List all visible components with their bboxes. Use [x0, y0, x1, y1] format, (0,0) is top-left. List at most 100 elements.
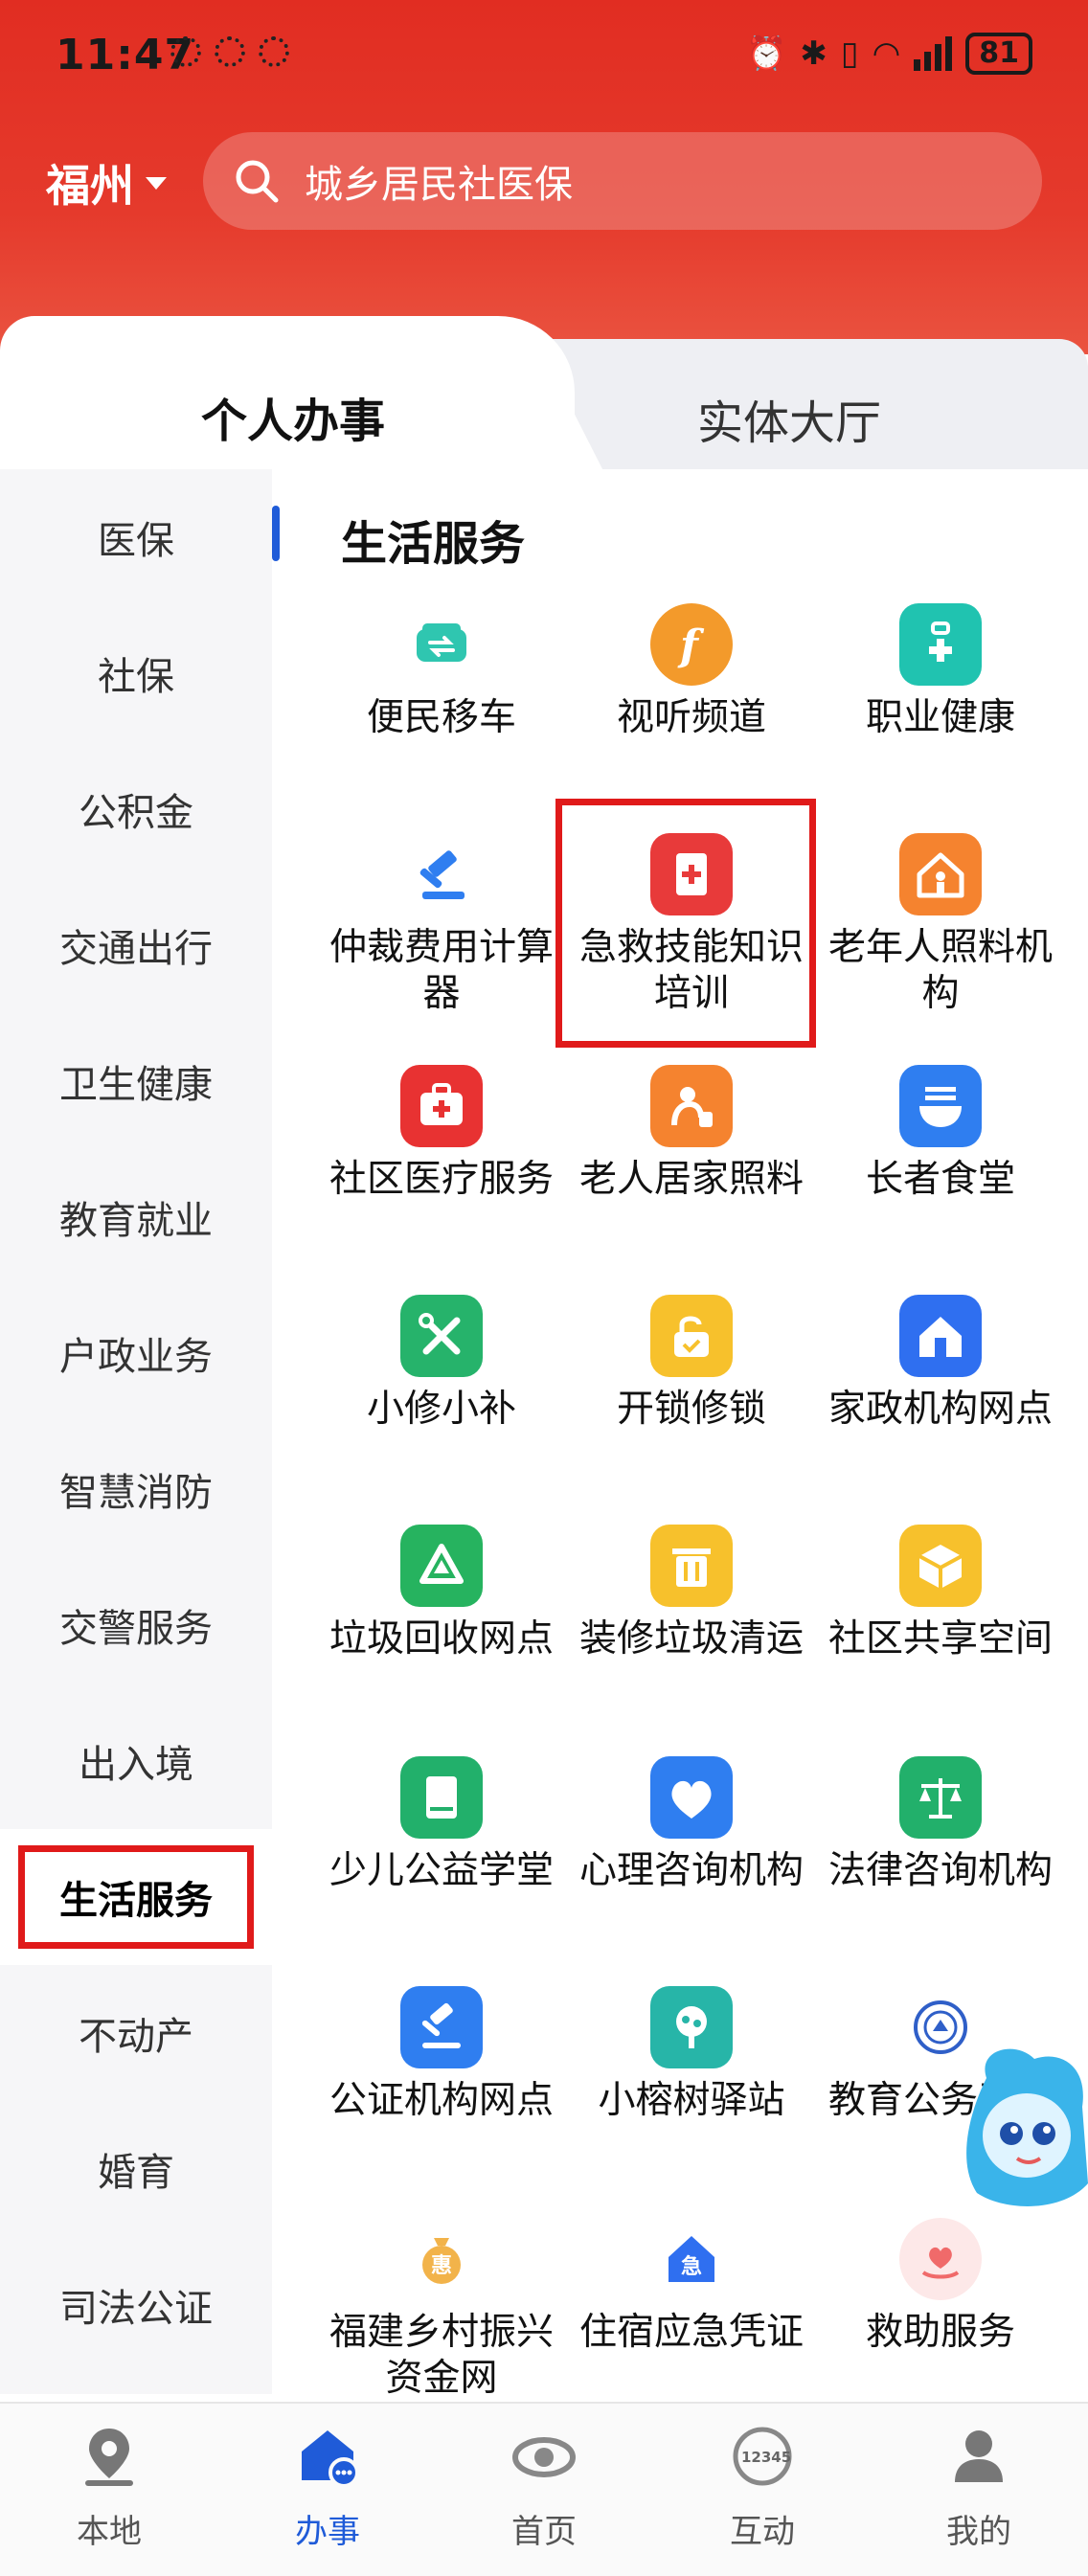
service-item[interactable]: 心理咨询机构	[577, 1756, 806, 1894]
notary-gavel-icon	[400, 1986, 483, 2068]
medical-box-icon	[400, 1065, 483, 1147]
section-title: 生活服务	[341, 517, 526, 571]
money-bag-icon: 惠	[400, 2218, 483, 2300]
header: 11:47 ⏰ ✱ ▯ ◠ 81 福州 城乡居民社医保	[0, 0, 1088, 354]
heart-phone-icon	[650, 1756, 733, 1839]
canteen-bowl-icon	[899, 1065, 982, 1147]
service-item[interactable]: 公证机构网点	[327, 1986, 556, 2124]
nav-local[interactable]: 本地	[33, 2423, 186, 2552]
medkit-icon	[899, 603, 982, 686]
sidebar-item[interactable]: 智慧消防	[0, 1421, 272, 1557]
sidebar-item[interactable]: 户政业务	[0, 1285, 272, 1421]
service-item[interactable]: 小修小补	[327, 1295, 556, 1433]
service-item[interactable]: 开锁修锁	[577, 1295, 806, 1433]
sidebar-item[interactable]: 医保	[0, 469, 272, 605]
caret-down-icon	[146, 176, 167, 190]
svg-text:惠: 惠	[431, 2254, 452, 2278]
service-item[interactable]: 装修垃圾清运	[577, 1525, 806, 1662]
wifi-icon: ◠	[872, 34, 901, 73]
trash-bin-icon	[650, 1525, 733, 1607]
helping-heart-icon	[899, 2218, 982, 2300]
service-hall-icon	[302, 2430, 359, 2488]
service-item[interactable]: 家政机构网点	[826, 1295, 1055, 1433]
status-bar: 11:47 ⏰ ✱ ▯ ◠ 81	[0, 0, 1088, 115]
user-icon	[955, 2430, 1003, 2482]
sidebar-item[interactable]: 社保	[0, 605, 272, 741]
svg-text:急: 急	[681, 2254, 702, 2279]
bluetooth-icon: ✱	[800, 34, 827, 73]
service-item[interactable]: 法律咨询机构	[826, 1756, 1055, 1894]
search-bar[interactable]: 城乡居民社医保	[203, 132, 1042, 230]
emergency-house-icon: 急	[650, 2218, 733, 2300]
svg-text:f: f	[677, 621, 705, 670]
mascot-icon[interactable]	[958, 2040, 1088, 2222]
alarm-icon: ⏰	[746, 34, 787, 73]
vibrate-icon: ▯	[840, 34, 859, 73]
house-clean-icon	[899, 1295, 982, 1377]
svg-text:12345: 12345	[741, 2449, 791, 2466]
sidebar-item[interactable]: 不动产	[0, 1965, 272, 2101]
app-notification-icon	[259, 36, 289, 67]
elderly-home-icon	[899, 833, 982, 915]
signal-icon	[914, 36, 953, 71]
city-selector[interactable]: 福州	[46, 151, 167, 215]
section-indicator	[272, 506, 280, 561]
book-icon	[400, 1756, 483, 1839]
sidebar-item[interactable]: 司法公证	[0, 2237, 272, 2373]
media-f-icon: f	[650, 603, 733, 686]
battery-icon: 81	[965, 33, 1032, 75]
car-swap-icon	[400, 603, 483, 686]
service-item[interactable]: 长者食堂	[826, 1065, 1055, 1203]
status-right: ⏰ ✱ ▯ ◠ 81	[746, 33, 1032, 75]
sidebar-item[interactable]: 交通出行	[0, 877, 272, 1013]
service-item[interactable]: 社区医疗服务	[327, 1065, 556, 1203]
nav-interact[interactable]: 12345 互动	[686, 2423, 839, 2552]
tab-hall-label: 实体大厅	[697, 396, 882, 450]
tab-bar: 个人办事 实体大厅	[0, 316, 1088, 469]
city-name: 福州	[46, 160, 134, 212]
service-item[interactable]: 便民移车	[327, 603, 556, 741]
notification-icons	[170, 36, 289, 67]
service-item[interactable]: 急 住宿应急凭证	[577, 2218, 806, 2356]
sidebar-item[interactable]: 交警服务	[0, 1557, 272, 1693]
search-icon	[236, 160, 279, 203]
service-item[interactable]: 惠 福建乡村振兴资金网	[327, 2218, 556, 2402]
gavel-icon	[400, 833, 483, 915]
nav-mine[interactable]: 我的	[902, 2423, 1055, 2552]
share-box-icon	[899, 1525, 982, 1607]
service-item[interactable]: 职业健康	[826, 603, 1055, 741]
highlight-box	[555, 799, 816, 1048]
tools-icon	[400, 1295, 483, 1377]
tab-personal-label: 个人办事	[201, 395, 386, 448]
app-notification-icon	[170, 36, 201, 67]
hotline-12345-icon: 12345	[733, 2427, 792, 2486]
sidebar-item[interactable]: 出入境	[0, 1693, 272, 1829]
service-item[interactable]: f 视听频道	[577, 603, 806, 741]
service-item[interactable]: 垃圾回收网点	[327, 1525, 556, 1662]
elderly-care-icon	[650, 1065, 733, 1147]
sidebar-item-active[interactable]: 生活服务	[0, 1829, 272, 1965]
banyan-tree-icon	[650, 1986, 733, 2068]
category-sidebar: 医保 社保 公积金 交通出行 卫生健康 教育就业 户政业务 智慧消防 交警服务 …	[0, 469, 272, 2394]
service-item[interactable]: 老年人照料机构	[826, 833, 1055, 1017]
search-placeholder: 城乡居民社医保	[305, 163, 573, 207]
logo-eye-icon	[512, 2437, 576, 2477]
app-notification-icon	[215, 36, 245, 67]
location-pin-icon	[85, 2429, 133, 2486]
service-item[interactable]: 救助服务	[826, 2218, 1055, 2356]
service-item[interactable]: 仲裁费用计算器	[327, 833, 556, 1017]
sidebar-item[interactable]: 公积金	[0, 741, 272, 877]
sidebar-item[interactable]: 卫生健康	[0, 1013, 272, 1149]
service-item[interactable]: 社区共享空间	[826, 1525, 1055, 1662]
unlock-icon	[650, 1295, 733, 1377]
service-item[interactable]: 小榕树驿站	[577, 1986, 806, 2124]
scales-icon	[899, 1756, 982, 1839]
service-item[interactable]: 老人居家照料	[577, 1065, 806, 1203]
sidebar-item[interactable]: 教育就业	[0, 1149, 272, 1285]
nav-home[interactable]: 首页	[467, 2423, 621, 2552]
bottom-navigation: 本地 办事 首页 12345 互动 我的	[0, 2402, 1088, 2576]
recycle-icon	[400, 1525, 483, 1607]
sidebar-item[interactable]: 婚育	[0, 2101, 272, 2237]
service-item[interactable]: 少儿公益学堂	[327, 1756, 556, 1894]
nav-services[interactable]: 办事	[251, 2423, 404, 2552]
